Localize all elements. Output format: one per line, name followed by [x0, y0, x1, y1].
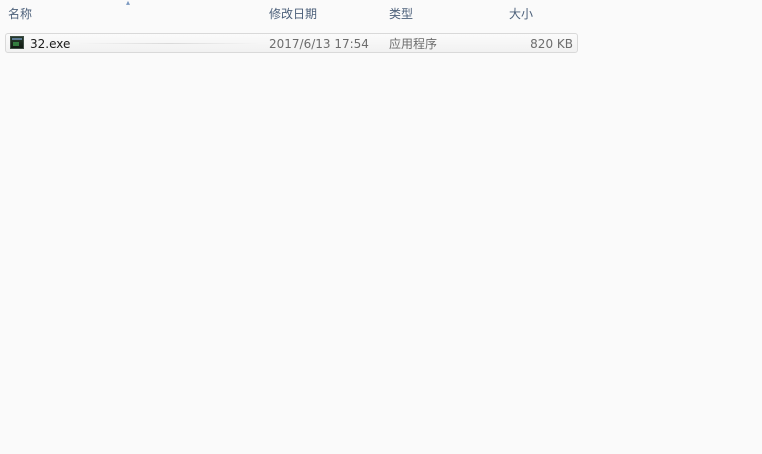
column-header-date-modified[interactable]: 修改日期: [269, 6, 317, 22]
file-row[interactable]: 32.exe 2017/6/13 17:54 应用程序 820 KB: [5, 33, 578, 53]
sort-caret-icon: ▴: [126, 0, 131, 7]
file-explorer-details-view: ▴ 名称 修改日期 类型 大小 32.exe 2017/6/13 17:54 应…: [0, 0, 762, 454]
file-type: 应用程序: [389, 37, 438, 51]
column-header-bar: ▴ 名称 修改日期 类型 大小: [0, 0, 762, 28]
column-header-size[interactable]: 大小: [509, 6, 533, 22]
file-size: 820 KB: [530, 37, 573, 51]
selection-streak: [79, 43, 259, 44]
column-header-name[interactable]: 名称: [8, 6, 32, 22]
exe-app-icon: [10, 36, 24, 49]
file-name: 32.exe: [30, 37, 71, 51]
column-header-type[interactable]: 类型: [389, 6, 413, 22]
file-date-modified: 2017/6/13 17:54: [269, 37, 369, 51]
